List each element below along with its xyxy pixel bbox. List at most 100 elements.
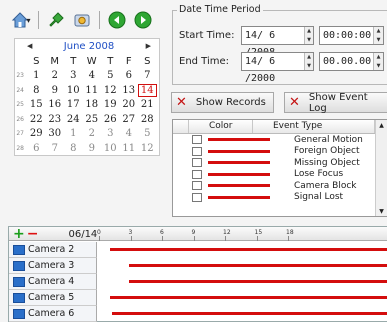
calendar-day[interactable]: 7 (138, 70, 157, 81)
calendar-day[interactable]: 9 (83, 143, 102, 154)
calendar-day[interactable]: 3 (64, 70, 83, 81)
start-time-field[interactable]: 00:00:00 ▲ ▼ (319, 26, 384, 45)
calendar-day-today[interactable]: 14 (138, 83, 157, 97)
event-type-checkbox[interactable] (192, 181, 202, 191)
calendar-day[interactable]: 24 (64, 114, 83, 125)
end-time-field[interactable]: 00.00.00 ▲ ▼ (319, 52, 384, 71)
camera-label[interactable]: Camera 5 (9, 290, 97, 306)
calendar-day[interactable]: 5 (138, 128, 157, 139)
recording-bar[interactable] (111, 312, 387, 315)
camera-label[interactable]: Camera 3 (9, 258, 97, 274)
calendar-day[interactable]: 2 (46, 70, 65, 81)
spin-down-icon[interactable]: ▼ (374, 36, 383, 45)
event-type-row[interactable]: Missing Object (173, 157, 387, 169)
previous-month-icon[interactable]: ◀ (27, 42, 32, 50)
color-column-header[interactable]: Color (189, 120, 253, 133)
settings-button[interactable] (71, 9, 93, 31)
calendar-day[interactable]: 15 (27, 99, 46, 110)
calendar-day[interactable]: 8 (27, 85, 46, 96)
calendar-day[interactable]: 11 (83, 85, 102, 96)
calendar-day[interactable]: 30 (46, 128, 65, 139)
calendar-day[interactable]: 11 (120, 143, 139, 154)
calendar-day[interactable]: 22 (27, 114, 46, 125)
end-time-spinner[interactable]: ▲ ▼ (373, 53, 383, 70)
calendar-day[interactable]: 17 (64, 99, 83, 110)
scroll-down-icon[interactable]: ▼ (376, 206, 387, 216)
event-table-scrollbar[interactable]: ▲ ▼ (375, 120, 387, 216)
recording-bar[interactable] (109, 296, 387, 299)
calendar-day[interactable]: 4 (83, 70, 102, 81)
calendar-day[interactable]: 21 (138, 99, 157, 110)
recording-bar[interactable] (129, 280, 387, 283)
scroll-up-icon[interactable]: ▲ (376, 120, 387, 132)
home-button[interactable]: ▾ (10, 9, 32, 31)
event-type-checkbox[interactable] (192, 146, 202, 156)
calendar-day[interactable]: 19 (101, 99, 120, 110)
spin-down-icon[interactable]: ▼ (305, 36, 313, 45)
calendar-day[interactable]: 27 (120, 114, 139, 125)
zoom-out-icon[interactable]: − (27, 227, 39, 241)
calendar-day[interactable]: 29 (27, 128, 46, 139)
event-type-checkbox[interactable] (192, 192, 202, 202)
spin-up-icon[interactable]: ▲ (374, 53, 383, 62)
event-type-row[interactable]: Camera Block (173, 180, 387, 192)
calendar-day[interactable]: 1 (27, 70, 46, 81)
calendar-day[interactable]: 6 (120, 70, 139, 81)
show-records-button[interactable]: ✕ Show Records (171, 92, 274, 113)
end-date-spinner[interactable]: ▲ ▼ (303, 53, 313, 71)
event-type-row[interactable]: General Motion (173, 134, 387, 146)
calendar-day[interactable]: 28 (138, 114, 157, 125)
event-type-row[interactable]: Signal Lost (173, 192, 387, 204)
camera-row: Camera 4 (9, 274, 387, 290)
calendar-day[interactable]: 20 (120, 99, 139, 110)
calendar-day[interactable]: 7 (46, 143, 65, 154)
calendar-day[interactable]: 10 (64, 85, 83, 96)
next-month-icon[interactable]: ▶ (146, 42, 151, 50)
spin-down-icon[interactable]: ▼ (305, 62, 313, 71)
start-time-spinner[interactable]: ▲ ▼ (373, 27, 383, 44)
calendar-day[interactable]: 13 (120, 85, 139, 96)
event-type-checkbox[interactable] (192, 158, 202, 168)
calendar-day[interactable]: 23 (46, 114, 65, 125)
event-type-checkbox[interactable] (192, 135, 202, 145)
event-type-checkbox[interactable] (192, 169, 202, 179)
recording-bar[interactable] (109, 248, 387, 251)
next-button[interactable] (132, 9, 154, 31)
camera-label[interactable]: Camera 6 (9, 306, 97, 322)
calendar-day[interactable]: 12 (101, 85, 120, 96)
start-time-label: Start Time: (179, 30, 235, 41)
spin-up-icon[interactable]: ▲ (305, 53, 313, 62)
calendar-day[interactable]: 8 (64, 143, 83, 154)
calendar-day[interactable]: 10 (101, 143, 120, 154)
recording-bar[interactable] (129, 264, 387, 267)
camera-label[interactable]: Camera 4 (9, 274, 97, 290)
start-date-field[interactable]: 14/ 6 /2008 ▲▼ (241, 26, 314, 58)
start-date-spinner[interactable]: ▲ ▼ (303, 27, 313, 45)
calendar-day[interactable]: 6 (27, 143, 46, 154)
zoom-in-icon[interactable]: + (13, 227, 25, 241)
camera-label[interactable]: Camera 2 (9, 242, 97, 258)
calendar-day[interactable]: 25 (83, 114, 102, 125)
calendar-day[interactable]: 26 (101, 114, 120, 125)
calendar-day[interactable]: 18 (83, 99, 102, 110)
show-event-log-button[interactable]: ✕ Show Event Log (284, 92, 387, 114)
calendar-day[interactable]: 9 (46, 85, 65, 96)
end-date-field[interactable]: 14/ 6 /2000 ▲ ▼ (241, 52, 314, 84)
calendar-day[interactable]: 5 (101, 70, 120, 81)
event-type-row[interactable]: Lose Focus (173, 169, 387, 181)
spin-up-icon[interactable]: ▲ (305, 27, 313, 36)
spin-down-icon[interactable]: ▼ (374, 62, 383, 71)
connect-button[interactable] (45, 9, 67, 31)
calendar-day[interactable]: 4 (120, 128, 139, 139)
spin-up-icon[interactable]: ▲ (374, 27, 383, 36)
calendar-day[interactable]: 12 (138, 143, 157, 154)
calendar-month-label[interactable]: June 2008 (64, 41, 114, 52)
calendar-day[interactable]: 1 (64, 128, 83, 139)
month-calendar[interactable]: ◀ June 2008 ▶ S M T W T F S 23 1 2 3 4 5 6 7 24 8 9 10 11 12… (14, 38, 160, 156)
calendar-day[interactable]: 16 (46, 99, 65, 110)
calendar-day[interactable]: 2 (83, 128, 102, 139)
calendar-day[interactable]: 3 (101, 128, 120, 139)
event-type-column-header[interactable]: Event Type (253, 120, 375, 133)
previous-button[interactable] (106, 9, 128, 31)
event-type-row[interactable]: Foreign Object (173, 146, 387, 158)
